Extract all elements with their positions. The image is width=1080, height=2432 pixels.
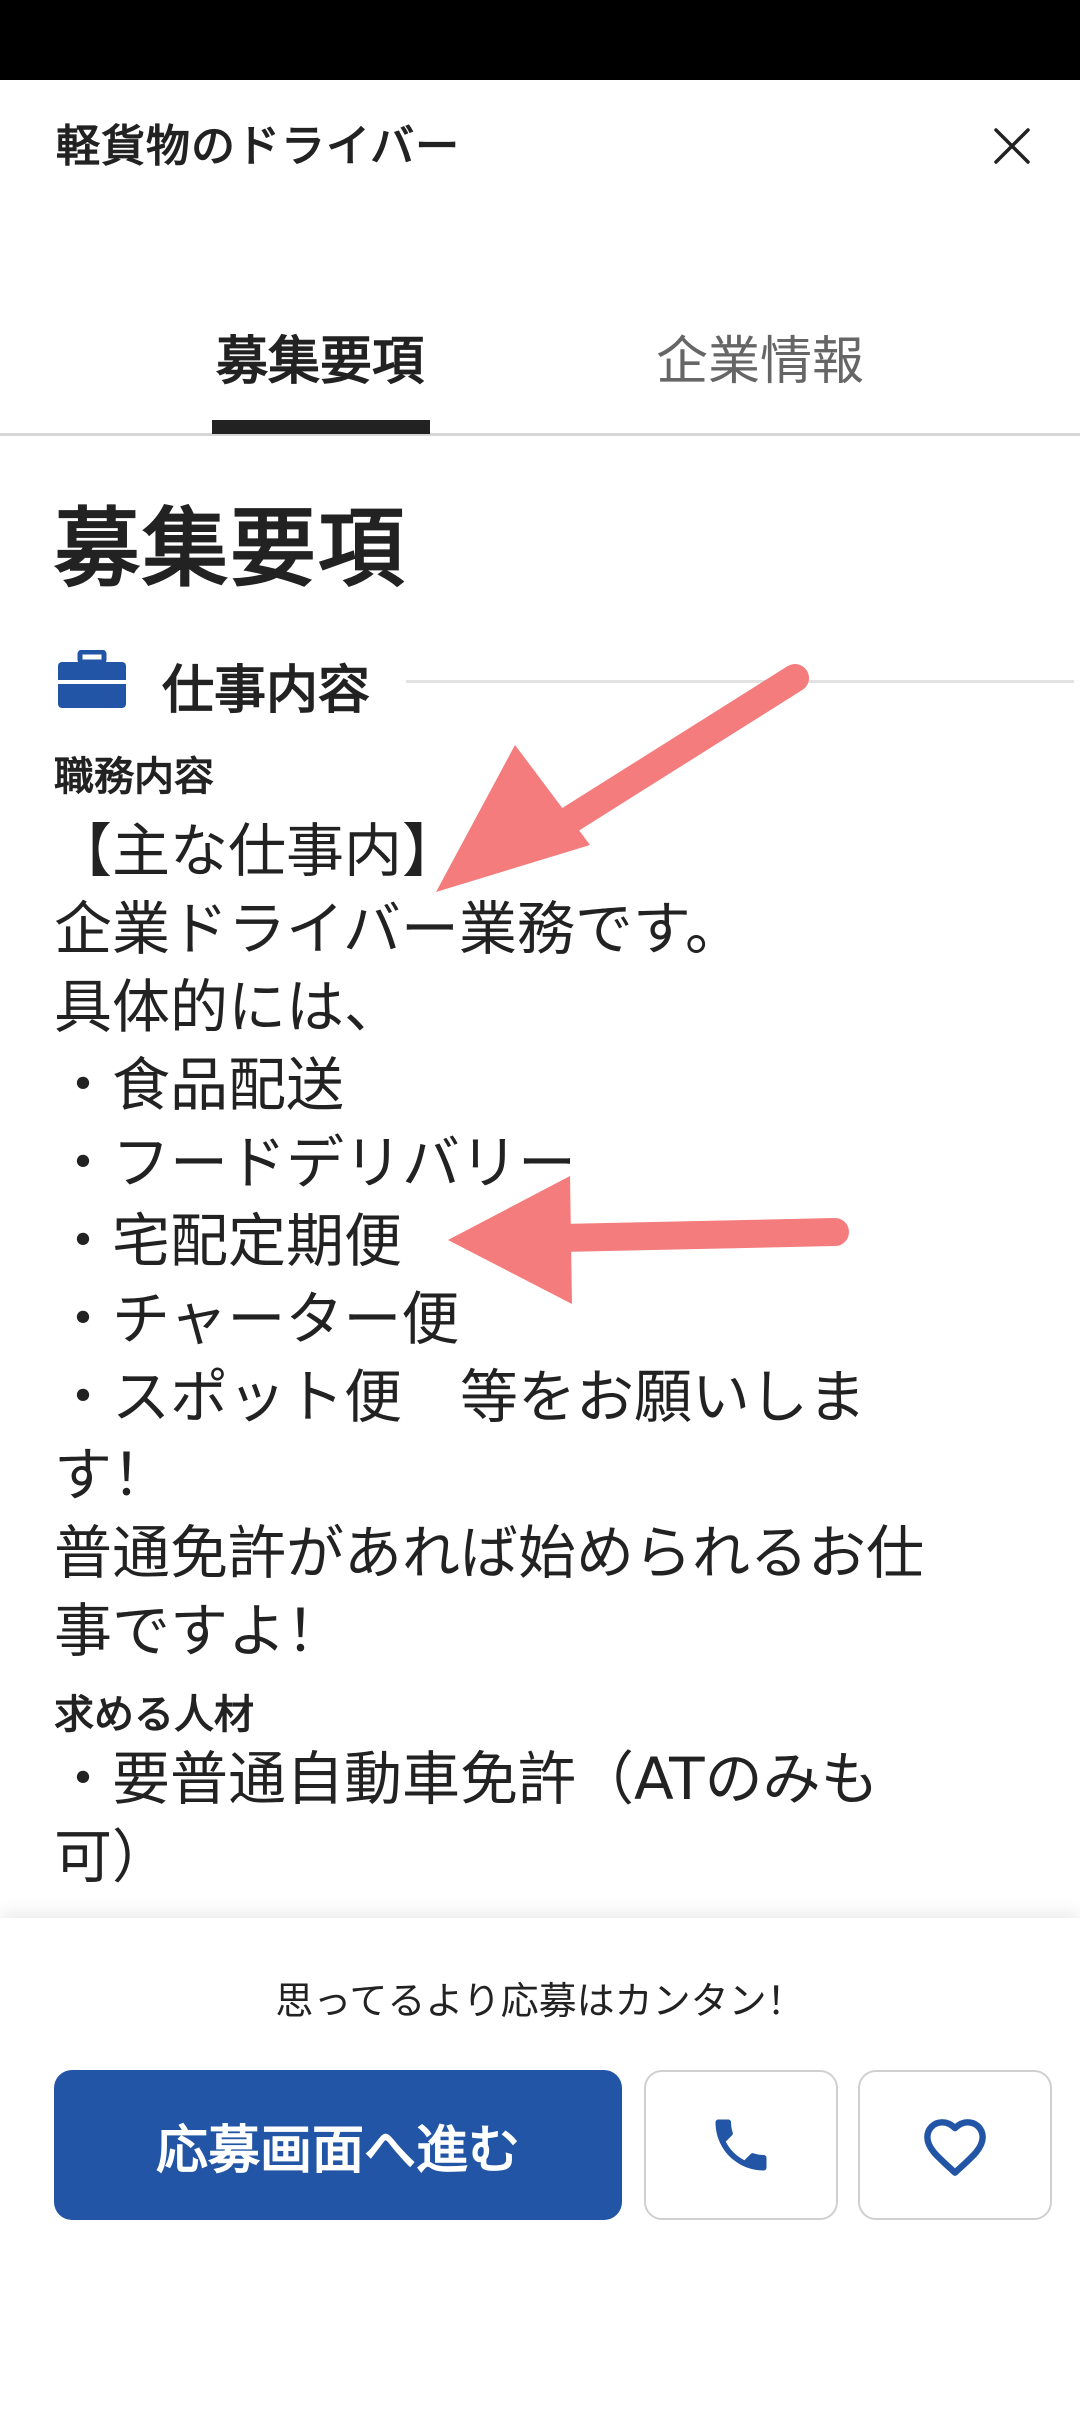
subsection-title: 仕事内容 — [162, 661, 371, 721]
favorite-button[interactable] — [858, 2070, 1052, 2220]
job-detail-screen: 軽貨物のドライバー 募集要項 企業情報 募集要項 仕事内容 職務内容 【主な仕事… — [0, 0, 1080, 2432]
close-icon — [994, 128, 1030, 164]
promo-text: 思ってるより応募はカンタン！ — [275, 1979, 805, 2023]
phone-button[interactable] — [644, 2070, 838, 2220]
bottom-action-bar: 思ってるより応募はカンタン！ 応募画面へ進む — [0, 1918, 1080, 2432]
duties-text: 【主な仕事内】 企業ドライバー業務です。 具体的には、 ・食品配送 ・フードデリ… — [54, 817, 925, 1665]
requirements-text: ・要普通自動車免許（ATのみも 可） — [54, 1745, 879, 1891]
tab-company-info[interactable]: 企業情報 — [640, 306, 880, 406]
requirements-label: 求める人材 — [54, 1692, 254, 1738]
divider — [406, 680, 1074, 683]
section-title: 募集要項 — [54, 499, 406, 599]
duties-label: 職務内容 — [54, 754, 214, 800]
heart-icon — [924, 2119, 986, 2176]
apply-button[interactable]: 応募画面へ進む — [54, 2070, 622, 2220]
close-button[interactable] — [976, 110, 1048, 182]
phone-icon — [715, 2119, 767, 2171]
page-title: 軽貨物のドライバー — [56, 121, 461, 172]
tab-bar: 募集要項 企業情報 — [0, 280, 1080, 436]
tab-recruitment[interactable]: 募集要項 — [210, 306, 430, 406]
status-bar — [0, 0, 1080, 80]
subsection-header: 仕事内容 — [56, 640, 1074, 721]
active-tab-indicator — [212, 420, 430, 434]
briefcase-icon — [58, 650, 126, 708]
